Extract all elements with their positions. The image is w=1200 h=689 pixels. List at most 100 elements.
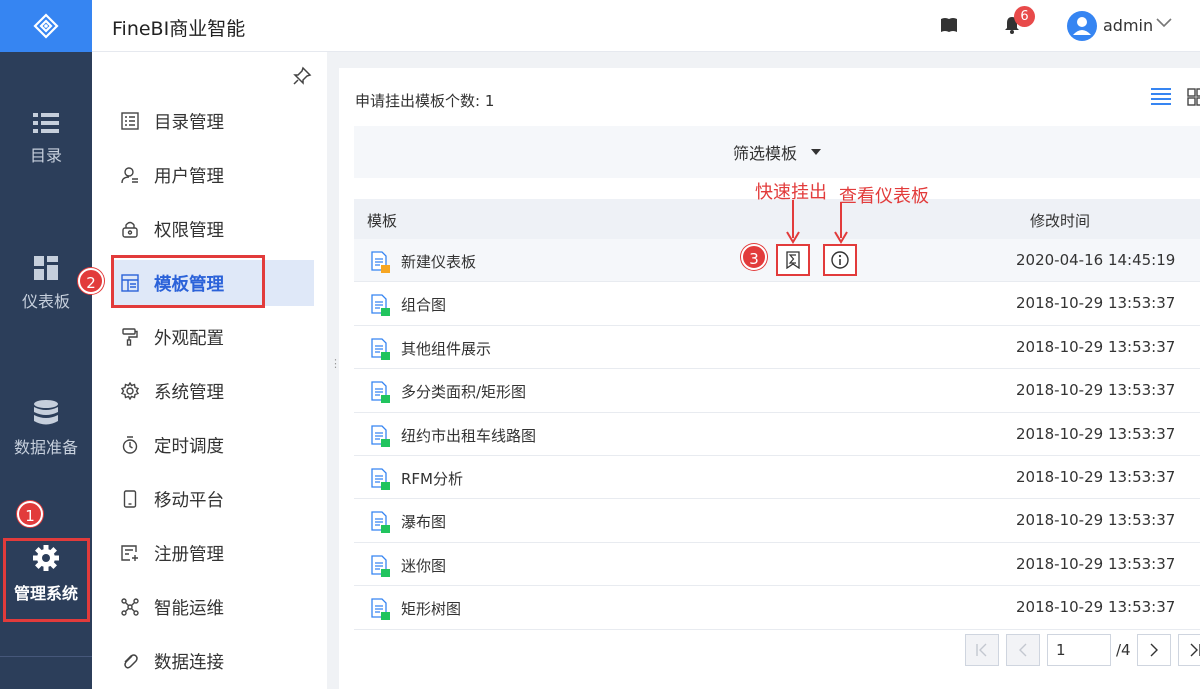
dashboard-file-icon [371,511,390,534]
filter-label: 筛选模板 [732,144,797,163]
avatar[interactable] [1067,11,1097,41]
username[interactable]: admin [1103,16,1153,35]
page-total: /4 [1116,641,1131,659]
view-dashboard-button[interactable] [823,244,857,276]
logo-icon [33,13,59,39]
subnav-item-label: 外观配置 [154,328,224,349]
network-icon [120,597,140,617]
subnav-item-connections[interactable]: 数据连接 [112,638,314,684]
dashboard-file-icon [371,294,390,317]
catalog-icon [120,111,140,131]
help-book-icon[interactable] [940,17,958,33]
rail-item-catalog[interactable]: 目录 [0,112,92,166]
table-row[interactable]: 新建仪表板 2020-04-16 14:45:19 [354,239,1200,283]
subnav-item-schedule[interactable]: 定时调度 [112,422,314,468]
column-header-name: 模板 [367,212,398,230]
dashboard-file-icon [371,381,390,404]
annotation-arrow-view-dashboard [834,202,848,244]
quick-unpublish-button[interactable] [776,244,810,276]
subnav-item-label: 目录管理 [154,112,224,133]
filter-dropdown[interactable]: 筛选模板 [354,126,1200,178]
subnav-item-system[interactable]: 系统管理 [112,368,314,414]
logo[interactable] [0,0,92,52]
modified-time: 2020-04-16 14:45:19 [1016,251,1176,269]
link-icon [120,651,140,671]
dashboard-file-icon [371,468,390,490]
rail-item-label: 目录 [29,146,62,165]
register-icon [120,543,140,563]
dashboard-file-icon [371,555,390,577]
template-name[interactable]: 组合图 [401,294,446,315]
table-row[interactable]: 矩形树图 2018-10-29 13:53:37 [354,586,1200,630]
subnav-item-label: 用户管理 [154,166,224,187]
annotation-step-1: 1 [17,501,43,527]
subnav-item-catalog[interactable]: 目录管理 [112,98,314,144]
info-icon [831,251,849,269]
list-view-icon[interactable] [1151,87,1171,105]
table-row[interactable]: RFM分析 2018-10-29 13:53:37 [354,456,1200,500]
annotation-box-admin [3,538,90,622]
annotation-step-3: 3 [741,244,767,270]
subnav-item-appearance[interactable]: 外观配置 [112,314,314,360]
modified-time: 2018-10-29 13:53:37 [1016,337,1176,356]
template-name[interactable]: 瀑布图 [401,511,446,532]
dashboard-icon [34,256,58,280]
first-page-button[interactable] [965,634,999,666]
table-header: 模板 修改时间 [354,199,1200,239]
annotation-box-templates [111,255,265,308]
prev-page-button[interactable] [1006,634,1040,666]
subnav-item-label: 权限管理 [154,220,224,241]
dashboard-file-icon [371,598,390,621]
modified-time: 2018-10-29 13:53:37 [1016,467,1176,486]
last-page-button[interactable] [1178,634,1200,666]
rail-divider [0,656,92,657]
template-name[interactable]: 迷你图 [401,555,446,576]
modified-time: 2018-10-29 13:53:37 [1016,424,1176,443]
table-row[interactable]: 组合图 2018-10-29 13:53:37 [354,282,1200,326]
next-page-button[interactable] [1137,634,1171,666]
template-panel: 申请挂出模板个数: 1 筛选模板 模板 修改时间 新建仪表板 2020-04-16… [339,68,1200,689]
annotation-label-view-dashboard: 查看仪表板 [839,186,929,207]
user-icon [120,165,140,185]
list-icon [33,113,59,133]
subnav-item-label: 系统管理 [154,382,224,403]
chevron-right-icon [1150,643,1158,657]
pin-icon[interactable] [292,66,312,86]
subnav-item-users[interactable]: 用户管理 [112,152,314,198]
modified-time: 2018-10-29 13:53:37 [1016,554,1176,573]
rail-item-data-prep[interactable]: 数据准备 [0,400,92,458]
subnav-item-label: 数据连接 [154,652,224,673]
template-name[interactable]: 矩形树图 [401,598,461,619]
modified-time: 2018-10-29 13:53:37 [1016,598,1176,617]
user-avatar-icon [1073,17,1091,35]
template-name[interactable]: 纽约市出租车线路图 [401,425,536,446]
dashboard-file-icon [371,338,390,360]
subnav-item-mobile[interactable]: 移动平台 [112,476,314,522]
template-name[interactable]: 其他组件展示 [401,338,491,359]
subnav-item-permissions[interactable]: 权限管理 [112,206,314,252]
last-page-icon [1190,643,1200,657]
subnav-item-ops[interactable]: 智能运维 [112,584,314,630]
subnav-item-register[interactable]: 注册管理 [112,530,314,576]
template-name[interactable]: 多分类面积/矩形图 [401,381,526,402]
chevron-down-icon[interactable] [1156,18,1172,28]
table-row[interactable]: 纽约市出租车线路图 2018-10-29 13:53:37 [354,413,1200,456]
grid-view-icon[interactable] [1187,88,1200,106]
table-row[interactable]: 迷你图 2018-10-29 13:53:37 [354,543,1200,587]
subnav-item-label: 移动平台 [154,490,224,511]
table-row[interactable]: 瀑布图 2018-10-29 13:53:37 [354,499,1200,543]
modified-time: 2018-10-29 13:53:37 [1016,511,1176,530]
page-input[interactable]: 1 [1047,634,1111,666]
table-row[interactable]: 多分类面积/矩形图 2018-10-29 13:53:37 [354,369,1200,413]
subnav-item-label: 注册管理 [154,544,224,565]
mobile-icon [120,489,140,509]
modified-time: 2018-10-29 13:53:37 [1016,294,1176,313]
column-header-time: 修改时间 [1030,212,1091,230]
table-row[interactable]: 其他组件展示 2018-10-29 13:53:37 [354,326,1200,370]
template-name[interactable]: RFM分析 [401,468,463,489]
lock-icon [120,219,140,239]
notification-badge: 6 [1014,6,1035,27]
chevron-left-icon [1019,643,1027,657]
template-name[interactable]: 新建仪表板 [401,251,476,272]
modified-time: 2018-10-29 13:53:37 [1016,381,1176,400]
